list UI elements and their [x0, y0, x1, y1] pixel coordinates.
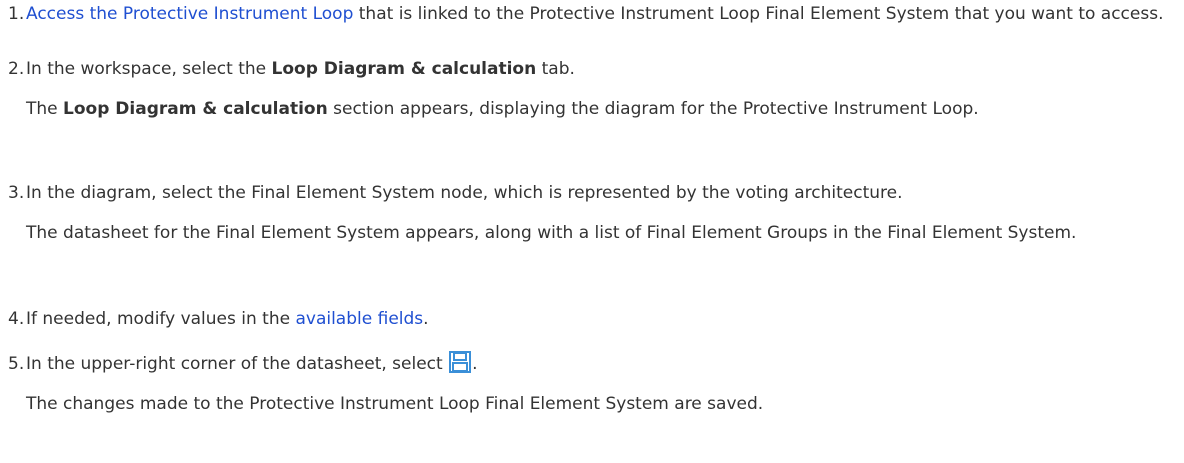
step-text: In the workspace, select the [26, 59, 272, 79]
step-number: 5. [8, 354, 25, 374]
step-instruction: If needed, modify values in the availabl… [26, 306, 1180, 332]
step-number: 3. [8, 183, 25, 203]
step-body: Access the Protective Instrument Loop th… [26, 1, 1180, 27]
step-body: In the diagram, select the Final Element… [26, 180, 1180, 246]
save-icon [449, 351, 472, 373]
step-text: . [472, 354, 478, 374]
step-number: 2. [8, 59, 25, 79]
step-text: In the upper-right corner of the datashe… [26, 354, 449, 374]
step-instruction: In the workspace, select the Loop Diagra… [26, 56, 1180, 82]
step-result: The changes made to the Protective Instr… [26, 394, 764, 414]
access-loop-link[interactable]: Access the Protective Instrument Loop [26, 4, 353, 24]
step-number: 1. [8, 4, 25, 24]
step-number: 4. [8, 309, 25, 329]
step-body: In the upper-right corner of the datashe… [26, 351, 1180, 417]
step-text: that is linked to the Protective Instrum… [353, 4, 1164, 24]
step-instruction: Access the Protective Instrument Loop th… [26, 1, 1180, 27]
step-result: The Loop Diagram & calculation section a… [26, 96, 1180, 122]
result-text: section appears, displaying the diagram … [327, 99, 979, 119]
tab-name: Loop Diagram & calculation [271, 59, 537, 79]
step-result: The datasheet for the Final Element Syst… [26, 223, 1077, 243]
step-text: tab. [536, 59, 575, 79]
available-fields-link[interactable]: available fields [295, 309, 423, 329]
step-body: In the workspace, select the Loop Diagra… [26, 56, 1180, 122]
step-text: . [423, 309, 429, 329]
step-instruction: In the diagram, select the Final Element… [26, 183, 903, 203]
step-body: If needed, modify values in the availabl… [26, 306, 1180, 332]
step-instruction: In the upper-right corner of the datashe… [26, 351, 1180, 377]
step-text: If needed, modify values in the [26, 309, 296, 329]
result-text: The [26, 99, 64, 119]
section-name: Loop Diagram & calculation [63, 99, 328, 119]
